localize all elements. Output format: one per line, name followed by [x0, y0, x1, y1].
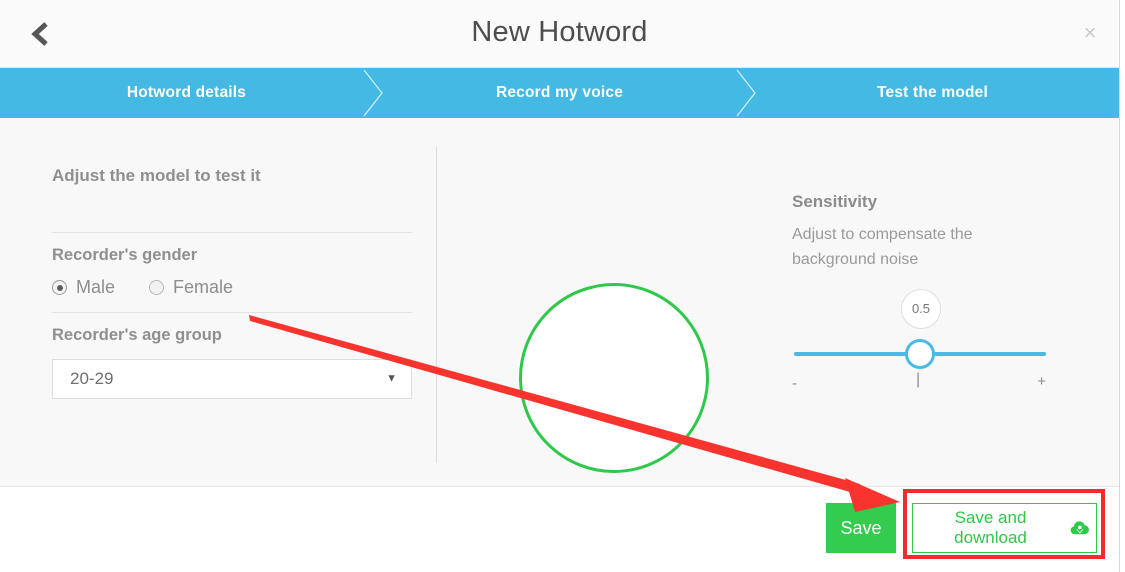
age-group-select[interactable]: 20-29 ▼: [52, 359, 412, 399]
age-field-label: Recorder's age group: [52, 326, 222, 344]
vertical-divider: [436, 146, 437, 463]
step-breadcrumb: Hotword details Record my voice Test the…: [0, 68, 1119, 118]
cloud-download-icon: [1070, 520, 1090, 536]
radio-label-male: Male: [76, 277, 116, 297]
panel-heading: Adjust the model to test it: [52, 166, 261, 185]
model-settings-panel: Adjust the model to test it Recorder's g…: [52, 118, 412, 399]
step-label: Hotword details: [126, 84, 247, 101]
radio-option-female[interactable]: Female: [149, 277, 233, 298]
dialog-body: Adjust the model to test it Recorder's g…: [0, 118, 1119, 487]
step-label: Record my voice: [495, 84, 624, 101]
sensitivity-slider[interactable]: 0.5 - | +: [792, 288, 1048, 391]
save-and-download-label: Save and download: [954, 508, 1027, 547]
step-test-the-model[interactable]: Test the model: [746, 68, 1119, 118]
dialog-header: New Hotword ×: [0, 0, 1119, 68]
slider-mark-min: -: [792, 374, 797, 392]
slider-value-bubble: 0.5: [901, 288, 941, 329]
dialog-footer: Save Save and download: [0, 488, 1119, 572]
divider: [52, 232, 412, 233]
radio-icon-male[interactable]: [52, 280, 67, 295]
slider-marks: - | +: [792, 370, 1048, 392]
step-record-my-voice[interactable]: Record my voice: [373, 68, 756, 118]
sensitivity-title: Sensitivity: [792, 192, 878, 211]
chevron-down-icon: ▼: [386, 372, 397, 385]
page-title: New Hotword: [471, 16, 648, 48]
slider-mark-max: +: [1037, 372, 1046, 390]
save-and-download-button[interactable]: Save and download: [912, 503, 1097, 553]
radio-icon-female[interactable]: [149, 280, 165, 295]
divider: [52, 312, 412, 313]
radio-option-male[interactable]: Male: [52, 277, 115, 298]
close-icon[interactable]: ×: [1073, 16, 1107, 50]
step-hotword-details[interactable]: Hotword details: [0, 68, 383, 118]
slider-mark-mid: |: [916, 370, 921, 388]
slider-handle[interactable]: [905, 338, 935, 369]
new-hotword-dialog: New Hotword × Hotword details Record my …: [0, 0, 1125, 572]
save-button[interactable]: Save: [826, 503, 896, 553]
gender-radio-group: Male Female: [52, 277, 412, 298]
sensitivity-description: Adjust to compensate the background nois…: [792, 226, 973, 268]
gender-field-label: Recorder's gender: [52, 246, 198, 264]
scrollbar-edge[interactable]: [1119, 0, 1120, 572]
radio-label-female: Female: [173, 277, 234, 297]
step-label: Test the model: [876, 84, 989, 101]
record-circle-button[interactable]: [519, 283, 709, 473]
sensitivity-panel: Sensitivity Adjust to compensate the bac…: [792, 118, 1072, 391]
age-group-value: 20-29: [70, 369, 114, 388]
